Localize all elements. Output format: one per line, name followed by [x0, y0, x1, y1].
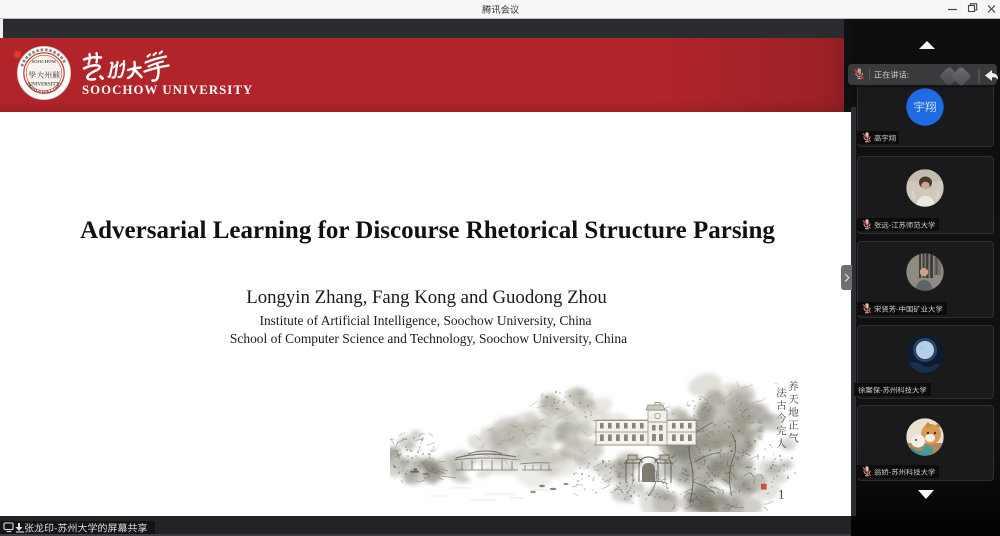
svg-text:SOOCHOW: SOOCHOW	[32, 59, 57, 64]
svg-text:UNIVERSITY: UNIVERSITY	[29, 83, 60, 88]
svg-text:1: 1	[778, 487, 785, 502]
